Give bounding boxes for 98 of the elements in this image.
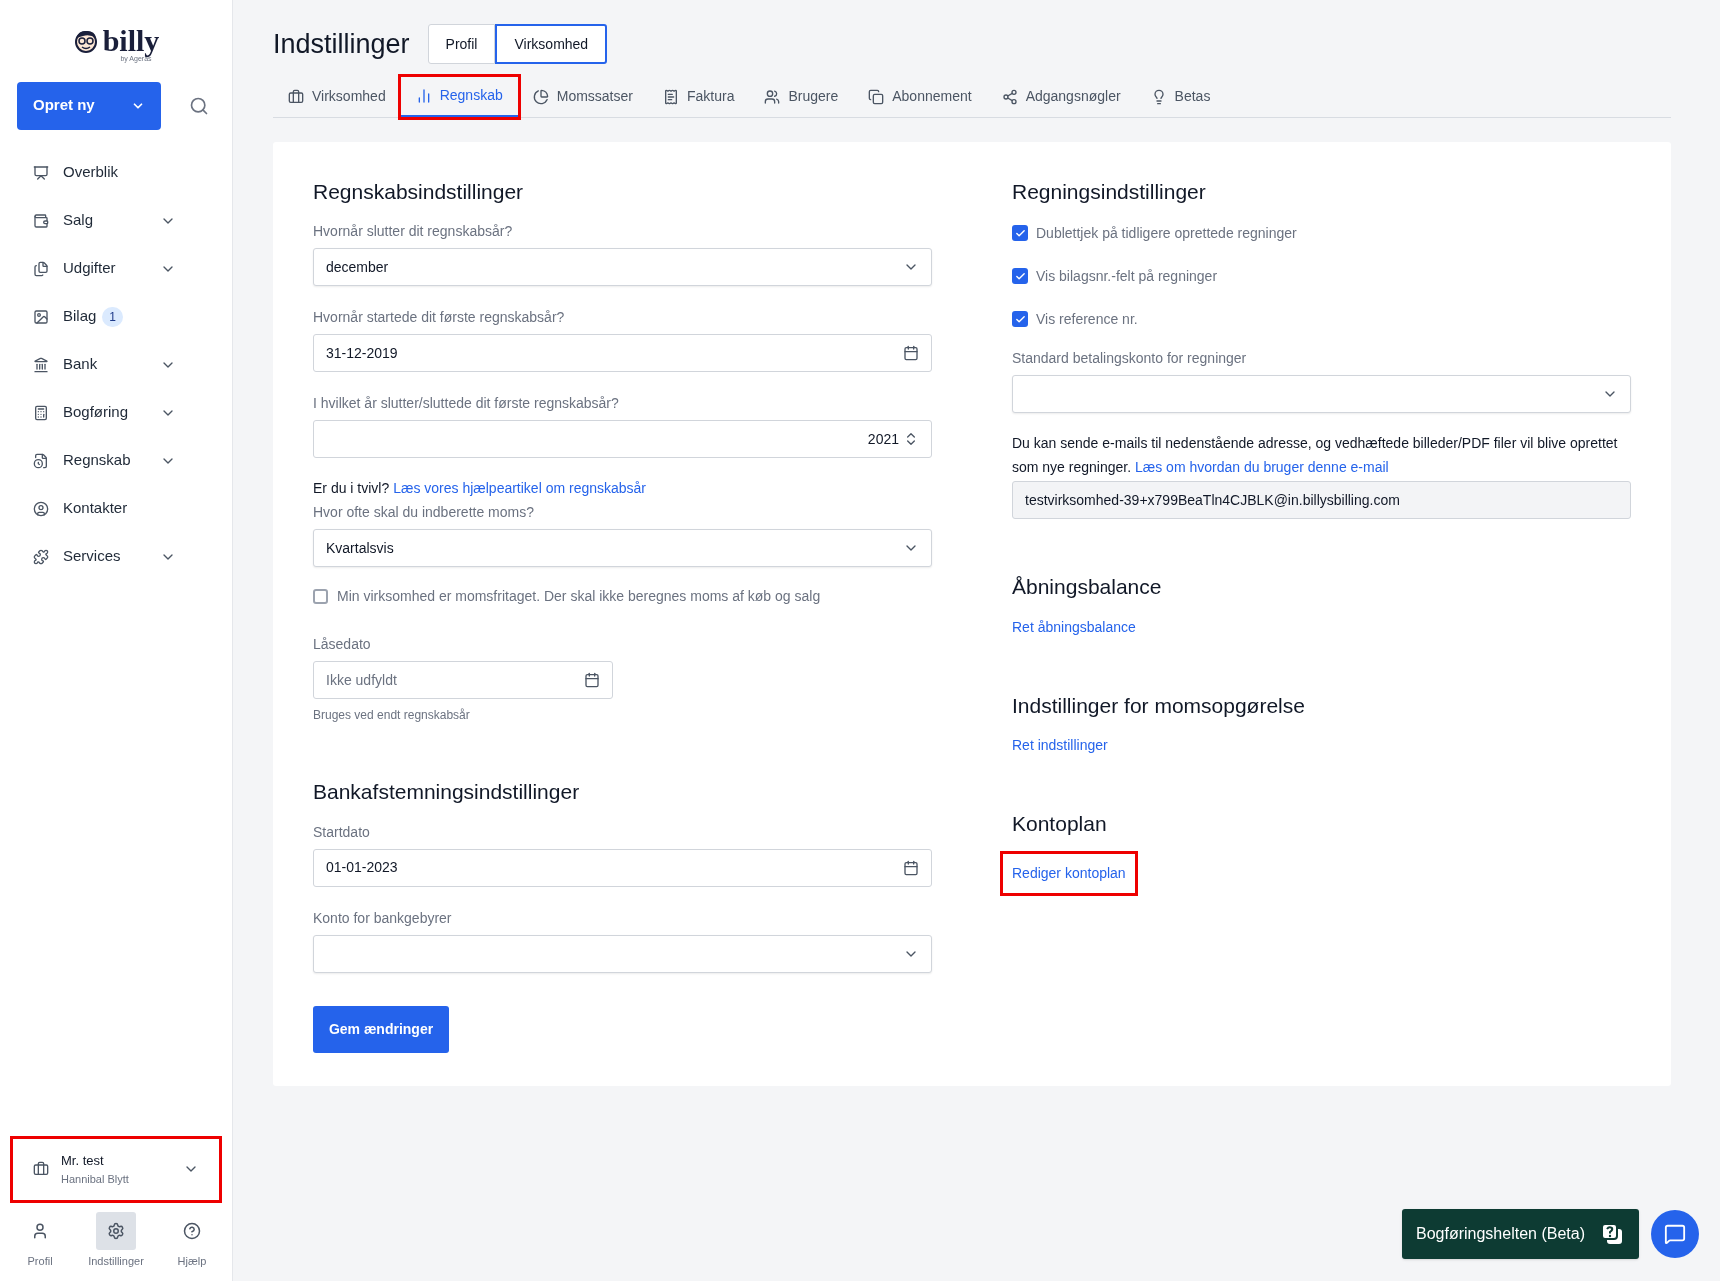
settings-tab[interactable]: Faktura [647,76,750,117]
settings-tab[interactable]: Brugere [749,76,854,117]
help-link[interactable]: Læs vores hjælpeartikel om regnskabsår [393,480,647,496]
select-field[interactable]: december [313,248,932,286]
settings-tab[interactable]: Virksomhed [273,76,401,117]
segment-tab[interactable]: Profil [427,24,496,65]
calculator-icon [33,404,49,421]
user-circle-icon [33,500,49,517]
field-label: Startdato [313,822,371,842]
bottom-nav-item[interactable]: Hjælp [171,1211,212,1269]
field-label: Hvornår slutter dit regnskabsår? [313,222,514,241]
checkbox-label: Vis bilagsnr.-felt på regninger [1036,266,1218,286]
pie-chart-icon [532,88,549,105]
puzzle-icon [33,548,49,565]
receipt-icon [662,88,679,105]
field-hint: Bruges ved endt regnskabsår [313,707,471,724]
sidebar-item[interactable]: Overblik [0,148,232,197]
chat-button[interactable] [1651,1210,1699,1258]
create-new-button[interactable]: Opret ny [17,81,161,130]
wallet-icon [33,212,49,229]
settings-tab[interactable]: Adgangsnøgler [986,76,1136,117]
section-heading: Regningsindstillinger [1012,178,1207,205]
field-label: Låsedato [313,635,372,654]
bottom-nav-item[interactable]: Profil [20,1211,61,1269]
edit-link[interactable]: Ret åbningsbalance [1012,616,1136,638]
select-field[interactable] [1012,375,1631,413]
briefcase-icon [33,1161,49,1177]
calendar-icon [903,859,919,876]
sidebar-item[interactable]: Bilag 1 [0,292,232,341]
field-label: Konto for bankgebyrer [313,908,453,928]
settings-tab[interactable]: Abonnement [853,76,987,117]
account-subtitle: Hannibal Blytt [61,1171,129,1187]
page-title: Indstillinger [273,28,410,61]
share-icon [1001,88,1018,105]
field-label: I hvilket år slutter/sluttede dit første regnskabsår? [313,394,620,413]
segment-tab[interactable]: Virksomhed [495,24,608,65]
cartoon-face-logo-icon [72,28,99,54]
search-icon[interactable] [189,95,209,116]
sidebar-item[interactable]: Bank [0,340,232,389]
email-help-link[interactable]: Læs om hvordan du bruger denne e-mail [1134,459,1389,475]
image-icon [33,308,49,325]
email-info-text: Du kan sende e-mails til nedenstående adresse, og vedhæftede billeder/PDF filer vil blive oprettet som nye regninger. Læs om hvordan du bruger denne e-mail [1012,434,1619,477]
sidebar-item[interactable]: Bogføring [0,388,232,437]
bottom-nav-item[interactable]: Indstillinger [88,1211,144,1269]
account-name: Mr. test [61,1152,105,1170]
copy-icon [868,88,885,105]
assistant-button[interactable]: Bogføringshelten (Beta) [1402,1209,1639,1259]
bank-icon [33,356,49,373]
chat-icon [1664,1223,1686,1245]
section-heading: Åbningsbalance [1012,574,1162,600]
documents-icon [33,260,49,277]
field-label: Hvornår startede dit første regnskabsår? [313,308,566,327]
date-field[interactable]: Ikke udfyldt [313,661,613,699]
section-heading: Kontoplan [1012,811,1107,837]
section-heading: Regnskabsindstillinger [313,178,525,205]
calendar-icon [584,672,600,688]
account-switcher[interactable]: Mr. test Hannibal Blytt [13,1138,219,1200]
settings-icon [106,1221,125,1240]
edit-link[interactable]: Ret indstillinger [1012,735,1108,756]
checkbox[interactable] [1012,268,1028,284]
checkbox[interactable] [1012,311,1028,327]
section-heading: Indstillinger for momsopgørelse [1012,692,1305,719]
save-button[interactable]: Gem ændringer [313,1005,449,1053]
field-label: Standard betalingskonto for regninger [1012,349,1248,368]
sidebar-item[interactable]: Kontakter [0,484,232,533]
sidebar-item[interactable]: Regnskab [0,436,232,485]
checkbox[interactable] [313,589,328,604]
count-badge: 1 [102,306,124,327]
check-icon [1014,313,1026,325]
number-field[interactable]: 2021 [313,420,932,458]
checkbox-label: Dublettjek på tidligere oprettede regninger [1036,223,1297,243]
checkbox[interactable] [1012,225,1028,241]
select-field[interactable]: Kvartalsvis [313,529,932,567]
presentation-icon [33,164,49,181]
section-heading: Bankafstemningsindstillinger [313,779,581,805]
sidebar-item[interactable]: Udgifter [0,244,232,293]
check-icon [1014,270,1026,282]
sidebar-item[interactable]: Salg [0,196,232,245]
check-icon [1014,227,1026,239]
field-label: Hvor ofte skal du indberette moms? [313,503,535,522]
help-icon [182,1221,201,1240]
help-text: Er du i tvivl? [313,480,390,496]
date-field[interactable]: 31-12-2019 [313,334,932,372]
briefcase-icon [288,88,304,105]
edit-link[interactable]: Rediger kontoplan [1003,853,1135,893]
checkbox-label: Min virksomhed er momsfritaget. Der skal ikke beregnes moms af køb og salg [337,587,821,606]
checkbox-label: Vis reference nr. [1036,309,1138,329]
clock-document-icon [33,452,49,469]
email-field[interactable]: testvirksomhed-39+x799BeaTln4CJBLK@in.billysbilling.com [1012,481,1631,519]
settings-tab[interactable]: Betas [1135,76,1226,117]
sidebar-item[interactable]: Services [0,532,232,581]
settings-tab[interactable]: Momssatser [517,76,648,117]
select-field[interactable] [313,934,932,973]
users-icon [764,88,781,105]
date-field[interactable]: 01-01-2023 [313,848,932,887]
settings-tab[interactable]: Regnskab [400,76,518,117]
logo-text: billy [102,26,160,56]
calendar-icon [903,345,919,361]
